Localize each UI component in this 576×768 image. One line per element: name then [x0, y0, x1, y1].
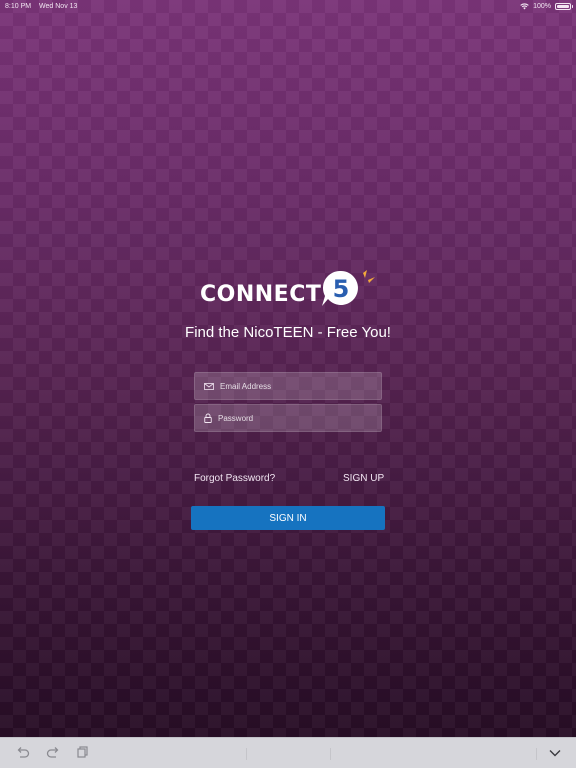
chevron-down-icon[interactable]	[549, 749, 561, 757]
separator	[536, 748, 537, 760]
speech-bubble-icon: 5	[322, 270, 375, 306]
status-right: 100%	[520, 2, 573, 10]
battery-icon	[555, 2, 573, 10]
status-time: 8:10 PM	[5, 2, 32, 10]
separator	[246, 748, 247, 760]
paste-icon[interactable]	[77, 746, 89, 758]
envelope-icon	[204, 382, 214, 390]
lock-icon	[204, 413, 212, 423]
battery-percent: 100%	[533, 2, 551, 10]
password-input[interactable]	[218, 413, 368, 423]
keyboard-shortcut-bar	[0, 737, 576, 768]
tagline: Find the NicoTEEN - Free You!	[185, 324, 391, 341]
wifi-icon	[520, 2, 529, 9]
sign-up-link[interactable]: SIGN UP	[343, 473, 384, 484]
separator	[330, 748, 331, 760]
status-left: 8:10 PM Wed Nov 13	[5, 3, 83, 10]
password-field[interactable]	[194, 404, 382, 432]
email-field[interactable]	[194, 372, 382, 400]
logo-badge-number: 5	[333, 275, 350, 303]
undo-icon[interactable]	[16, 746, 30, 758]
logo-text: CONNECT	[200, 282, 322, 307]
status-date: Wed Nov 13	[39, 2, 78, 10]
sign-in-button[interactable]: SIGN IN	[191, 506, 385, 530]
forgot-password-link[interactable]: Forgot Password?	[194, 473, 275, 484]
email-input[interactable]	[220, 381, 370, 391]
app-logo: CONNECT 5	[198, 266, 382, 310]
redo-icon[interactable]	[46, 746, 60, 758]
spark-icon	[363, 270, 367, 278]
battery-level	[557, 4, 569, 8]
status-bar: 8:10 PM Wed Nov 13 100%	[0, 0, 576, 12]
